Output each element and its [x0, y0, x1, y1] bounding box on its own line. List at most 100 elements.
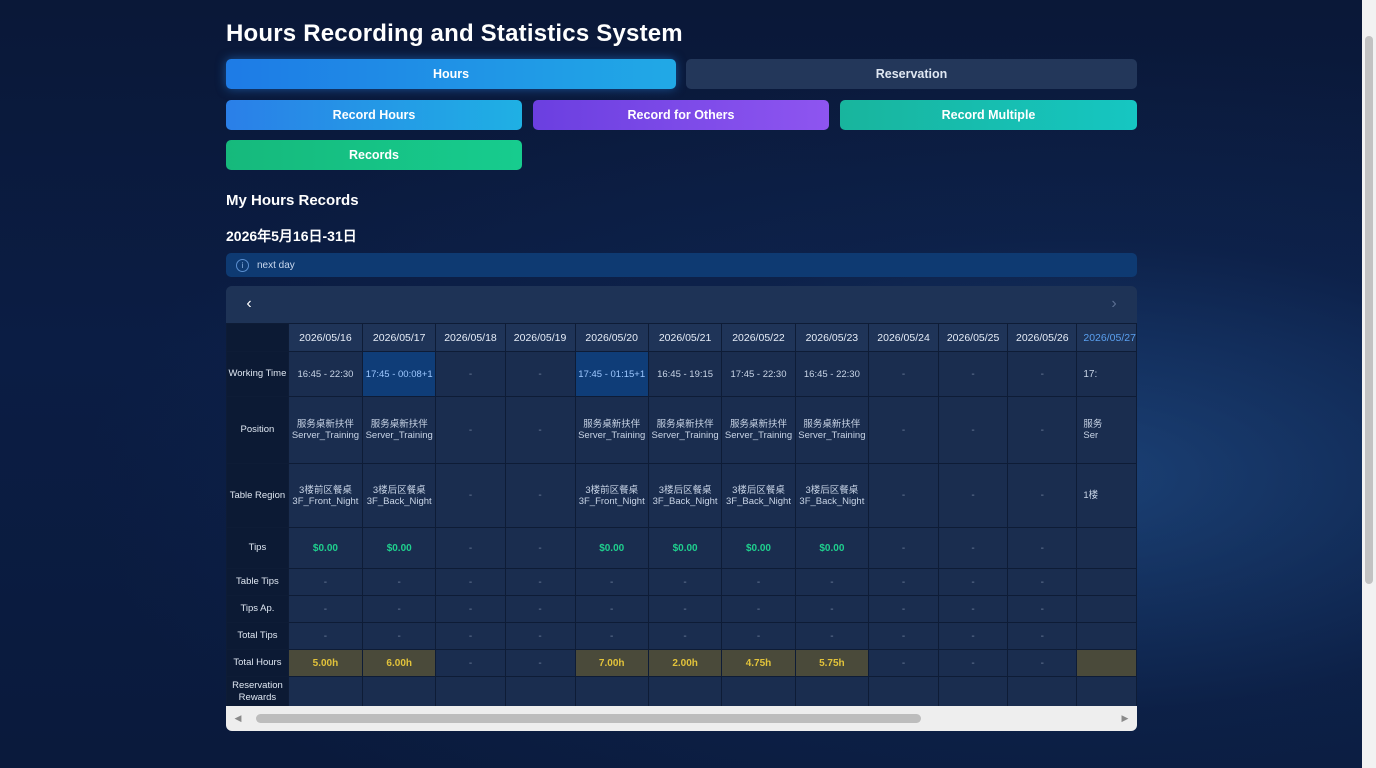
tips-cell: $0.00: [794, 527, 870, 569]
info-icon: i: [236, 258, 249, 272]
table-tips-cell: -: [435, 568, 506, 596]
tips-cell: $0.00: [287, 527, 364, 569]
scrollbar-thumb[interactable]: [256, 714, 921, 723]
position-en: Server_Training: [798, 430, 866, 441]
working-time-cell[interactable]: 17:45 - 01:15+1: [574, 351, 649, 397]
region-cn: 3楼后区餐桌: [805, 484, 859, 496]
record-for-others-button[interactable]: Record for Others: [533, 100, 829, 130]
total-hours-cell: -: [504, 649, 576, 677]
row-label: Total Hours: [226, 649, 289, 677]
scroll-left-icon[interactable]: ◀: [232, 712, 244, 724]
table-tips-cell: -: [647, 568, 723, 596]
row-label: Tips: [226, 527, 289, 569]
total-hours-cell: -: [868, 649, 940, 677]
total-tips-cell: -: [362, 622, 437, 650]
chevron-right-icon[interactable]: ›: [1105, 295, 1123, 313]
position-en: Server_Training: [578, 430, 646, 441]
region-en: 3F_Back_Night: [799, 495, 865, 507]
position-cell: 服务桌新扶伴 Server_Training: [647, 396, 723, 464]
total-tips-cell: -: [504, 622, 576, 650]
table-tips-cell: -: [794, 568, 870, 596]
table-row-total-tips: Total Tips -----------: [226, 622, 1137, 650]
region-cn: 3楼后区餐桌: [372, 484, 426, 496]
table-tips-cell: -: [721, 568, 796, 596]
working-time-cell[interactable]: 16:45 - 22:30: [287, 351, 364, 397]
position-en: Server_Training: [291, 430, 360, 441]
date-header: 2026/05/21: [647, 323, 723, 352]
position-cell: -: [435, 396, 506, 464]
region-cn: 3楼后区餐桌: [732, 484, 785, 496]
records-table-wrap: 2026/05/16 2026/05/17 2026/05/18 2026/05…: [226, 323, 1137, 706]
total-tips-cell: -: [435, 622, 506, 650]
working-time-cell[interactable]: -: [868, 351, 940, 397]
table-tips-cell: -: [868, 568, 940, 596]
row-label: Working Time: [226, 351, 289, 397]
table-tips-cell: -: [938, 568, 1009, 596]
page-scrollbar[interactable]: [1362, 0, 1376, 768]
table-row-table-tips: Table Tips -----------: [226, 568, 1137, 596]
tips-ap-cell: -: [647, 595, 723, 623]
position-cn: 服务桌新扶伴: [729, 419, 787, 430]
date-header: 2026/05/27: [1076, 323, 1137, 352]
reservation-rewards-cell: [574, 676, 649, 706]
page-scrollbar-thumb[interactable]: [1365, 36, 1373, 584]
working-time-cell[interactable]: 17:45 - 00:08+1: [362, 351, 437, 397]
tips-cell: $0.00: [362, 527, 437, 569]
total-tips-cell: -: [938, 622, 1009, 650]
working-time-cell[interactable]: -: [504, 351, 576, 397]
position-cn: 服务桌新扶伴: [370, 419, 428, 430]
working-time-cell[interactable]: 16:45 - 22:30: [794, 351, 870, 397]
chevron-left-icon[interactable]: ‹: [240, 295, 258, 313]
working-time-cell[interactable]: 17:: [1076, 351, 1137, 397]
reservation-rewards-cell: [647, 676, 723, 706]
date-header: 2026/05/22: [721, 323, 796, 352]
position-en: Server_Training: [651, 430, 719, 441]
section-title: My Hours Records: [226, 192, 359, 209]
position-cell: -: [504, 396, 576, 464]
row-label: Total Tips: [226, 622, 289, 650]
tips-cell: -: [435, 527, 506, 569]
total-hours-cell: 5.75h: [794, 649, 870, 677]
tips-ap-cell: -: [504, 595, 576, 623]
tips-cell: [1076, 527, 1137, 569]
table-corner: [226, 323, 289, 352]
records-table: 2026/05/16 2026/05/17 2026/05/18 2026/05…: [226, 323, 1137, 706]
region-en: 3F_Front_Night: [578, 495, 645, 507]
region-en: 3F_Back_Night: [652, 495, 718, 507]
working-time-cell[interactable]: -: [435, 351, 506, 397]
total-hours-cell: 5.00h: [287, 649, 364, 677]
date-header: 2026/05/23: [794, 323, 870, 352]
position-en: Ser: [1083, 430, 1099, 441]
row-label: Tips Ap.: [226, 595, 289, 623]
page-title: Hours Recording and Statistics System: [226, 20, 683, 47]
working-time-cell[interactable]: 16:45 - 19:15: [647, 351, 723, 397]
date-header: 2026/05/20: [574, 323, 649, 352]
working-time-cell[interactable]: -: [938, 351, 1009, 397]
table-tips-cell: -: [362, 568, 437, 596]
period-label: 2026年5月16日-31日: [226, 228, 357, 244]
scroll-right-icon[interactable]: ▶: [1119, 712, 1131, 724]
tips-ap-cell: [1076, 595, 1137, 623]
table-row-reservation-rewards: Reservation Rewards: [226, 676, 1137, 706]
records-button[interactable]: Records: [226, 140, 522, 170]
row-label: Table Tips: [226, 568, 289, 596]
total-tips-cell: -: [868, 622, 940, 650]
working-time-cell[interactable]: -: [1007, 351, 1078, 397]
reservation-rewards-cell: [794, 676, 870, 706]
period-nav: ‹ ›: [226, 286, 1137, 323]
tab-reservation[interactable]: Reservation: [686, 59, 1137, 89]
reservation-rewards-cell: [287, 676, 364, 706]
tips-ap-cell: -: [794, 595, 870, 623]
record-multiple-button[interactable]: Record Multiple: [840, 100, 1137, 130]
region-cn: 3楼前区餐桌: [299, 484, 352, 496]
tab-hours[interactable]: Hours: [226, 59, 676, 89]
record-hours-button[interactable]: Record Hours: [226, 100, 522, 130]
date-header: 2026/05/26: [1007, 323, 1078, 352]
reservation-rewards-cell: [504, 676, 576, 706]
working-time-cell[interactable]: 17:45 - 22:30: [721, 351, 796, 397]
table-horizontal-scrollbar[interactable]: ◀ ▶: [226, 706, 1137, 731]
total-tips-cell: [1076, 622, 1137, 650]
tips-cell: -: [938, 527, 1009, 569]
position-cn: 服务: [1083, 419, 1103, 430]
notice-banner: i next day: [226, 253, 1137, 277]
